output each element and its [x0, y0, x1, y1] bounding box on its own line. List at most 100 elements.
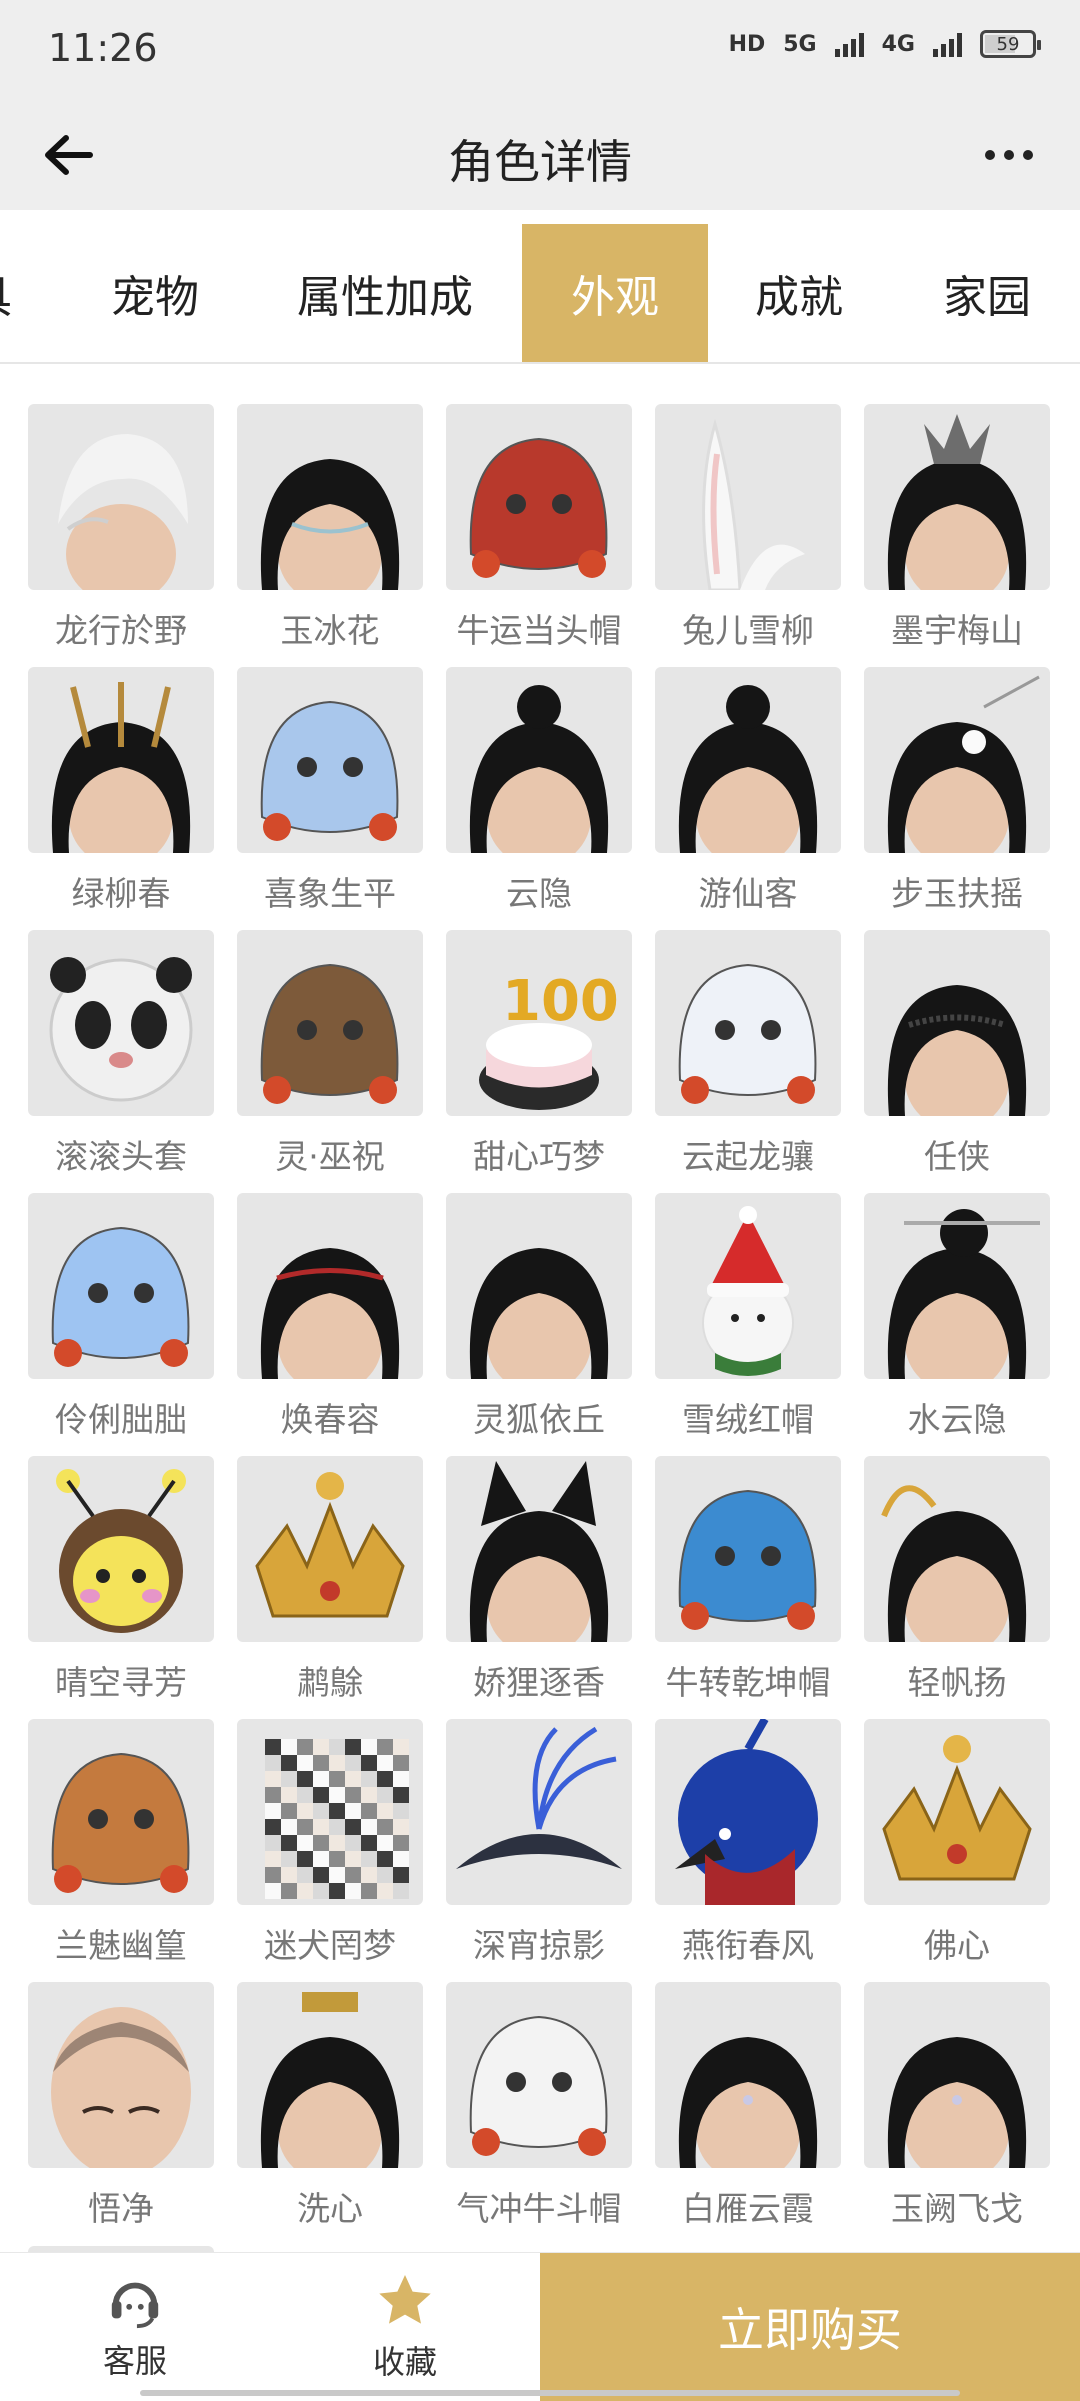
- topknot-hair-icon[interactable]: [446, 667, 632, 853]
- tab-appearance[interactable]: 外观: [522, 224, 708, 362]
- tab-item[interactable]: 具: [0, 224, 20, 362]
- appearance-item[interactable]: 兔儿雪柳: [655, 404, 841, 667]
- tab-achievements[interactable]: 成就: [724, 224, 874, 362]
- buy-now-button[interactable]: 立即购买: [540, 2253, 1080, 2401]
- appearance-item[interactable]: 绿柳春: [28, 667, 214, 930]
- red-ox-hat-icon[interactable]: [446, 404, 632, 590]
- blue-bird-hat-icon[interactable]: [655, 1719, 841, 1905]
- appearance-item[interactable]: 悟净: [28, 1982, 214, 2245]
- shaved-head-icon[interactable]: [28, 1982, 214, 2168]
- cake-hat-icon[interactable]: 100: [446, 930, 632, 1116]
- appearance-item[interactable]: 气冲牛斗帽: [446, 1982, 632, 2245]
- appearance-item[interactable]: 滚滚头套: [28, 930, 214, 1193]
- crowned-braids-icon[interactable]: [237, 1982, 423, 2168]
- appearance-item[interactable]: 佛心: [864, 1719, 1050, 1982]
- pixel-dog-mask-icon[interactable]: [237, 1719, 423, 1905]
- forehead-jewel-hair-icon[interactable]: [864, 1982, 1050, 2168]
- appearance-item[interactable]: 游仙客: [655, 667, 841, 930]
- appearance-item[interactable]: 喜象生平: [237, 667, 423, 930]
- appearance-item[interactable]: 灵·巫祝: [237, 930, 423, 1193]
- appearance-grid: 龙行於野 玉冰花 牛运当头帽 兔儿雪柳 墨宇梅山绿柳春 喜象生平 云隐 游仙客 步玉扶摇滚滚头套…: [28, 404, 1052, 2245]
- appearance-item-label: 游仙客: [698, 874, 798, 913]
- fox-hat-icon[interactable]: [28, 1719, 214, 1905]
- bun-hairpin-icon[interactable]: [864, 1193, 1050, 1379]
- blue-ox-hat-icon[interactable]: [655, 1456, 841, 1642]
- white-hair-icon[interactable]: [28, 404, 214, 590]
- appearance-item[interactable]: 100 甜心巧梦: [446, 930, 632, 1193]
- antler-crown-icon[interactable]: [28, 667, 214, 853]
- appearance-item[interactable]: 雪绒红帽: [655, 1193, 841, 1456]
- appearance-item[interactable]: 云起龙骧: [655, 930, 841, 1193]
- rabbit-ear-icon[interactable]: [655, 404, 841, 590]
- dragon-mask-icon[interactable]: [655, 930, 841, 1116]
- more-options-button[interactable]: [974, 128, 1044, 182]
- appearance-item[interactable]: 水云隐: [864, 1193, 1050, 1456]
- appearance-item[interactable]: 步玉扶摇: [864, 667, 1050, 930]
- appearance-item[interactable]: 墨宇梅山: [864, 404, 1050, 667]
- appearance-item-label: 娇狸逐香: [473, 1663, 605, 1702]
- appearance-item[interactable]: 洗心: [237, 1982, 423, 2245]
- appearance-item-label: 鹔鵌: [297, 1663, 363, 1702]
- more-dot-icon: [985, 150, 995, 160]
- appearance-item-label: 轻帆扬: [907, 1663, 1007, 1702]
- blue-creature-hat-icon[interactable]: [28, 1193, 214, 1379]
- status-time: 11:26: [48, 26, 158, 70]
- appearance-item[interactable]: 深宵掠影: [446, 1719, 632, 1982]
- appearance-item[interactable]: 玉冰花: [237, 404, 423, 667]
- appearance-item[interactable]: 鹔鵌: [237, 1456, 423, 1719]
- appearance-item[interactable]: 龙行於野: [28, 404, 214, 667]
- network-4g-label: 4G: [881, 31, 915, 57]
- bee-hat-icon[interactable]: [28, 1456, 214, 1642]
- appearance-item[interactable]: 焕春容: [237, 1193, 423, 1456]
- customer-service-button[interactable]: 客服: [70, 2253, 200, 2401]
- appearance-item-label: 墨宇梅山: [891, 611, 1023, 650]
- appearance-item-label: 灵狐依丘: [473, 1400, 605, 1439]
- appearance-item[interactable]: 伶俐朏朏: [28, 1193, 214, 1456]
- network-5g-label: 5G: [783, 31, 817, 57]
- long-black-hair-icon[interactable]: [446, 1193, 632, 1379]
- appearance-item[interactable]: 迷犬罔梦: [237, 1719, 423, 1982]
- appearance-item[interactable]: 任侠: [864, 930, 1050, 1193]
- appearance-item[interactable]: 轻帆扬: [864, 1456, 1050, 1719]
- favorite-button[interactable]: 收藏: [340, 2253, 470, 2401]
- appearance-item-label: 甜心巧梦: [473, 1137, 605, 1176]
- topknot-hair-icon[interactable]: [655, 667, 841, 853]
- tab-pets[interactable]: 宠物: [80, 224, 230, 362]
- appearance-item[interactable]: 兰魅幽篁: [28, 1719, 214, 1982]
- elephant-hat-icon[interactable]: [237, 667, 423, 853]
- appearance-item[interactable]: 云隐: [446, 667, 632, 930]
- forehead-jewel-hair-icon[interactable]: [655, 1982, 841, 2168]
- hd-indicator: HD: [728, 31, 766, 57]
- shaman-mask-icon[interactable]: [237, 930, 423, 1116]
- appearance-item-label: 绿柳春: [71, 874, 171, 913]
- snowman-hat-icon[interactable]: [655, 1193, 841, 1379]
- feather-hat-icon[interactable]: [446, 1719, 632, 1905]
- appearance-item-label: 晴空寻芳: [55, 1663, 187, 1702]
- black-hair-circlet-icon[interactable]: [237, 404, 423, 590]
- appearance-item-label: 兔儿雪柳: [682, 611, 814, 650]
- appearance-item-label: 白雁云霞: [682, 2189, 814, 2228]
- appearance-item[interactable]: 燕衔春风: [655, 1719, 841, 1982]
- wing-hair-icon[interactable]: [864, 1456, 1050, 1642]
- flower-hairpin-icon[interactable]: [864, 667, 1050, 853]
- circlet-hair-icon[interactable]: [864, 930, 1050, 1116]
- appearance-item[interactable]: 晴空寻芳: [28, 1456, 214, 1719]
- gold-phoenix-crown-icon[interactable]: [237, 1456, 423, 1642]
- appearance-item-label: 步玉扶摇: [891, 874, 1023, 913]
- appearance-item[interactable]: 牛转乾坤帽: [655, 1456, 841, 1719]
- appearance-item[interactable]: 灵狐依丘: [446, 1193, 632, 1456]
- golden-buddha-crown-icon[interactable]: [864, 1719, 1050, 1905]
- tab-attribute-bonus[interactable]: 属性加成: [270, 224, 500, 362]
- dark-crown-hair-icon[interactable]: [864, 404, 1050, 590]
- appearance-item[interactable]: 白雁云霞: [655, 1982, 841, 2245]
- appearance-item-label: 龙行於野: [55, 611, 187, 650]
- headband-hair-icon[interactable]: [237, 1193, 423, 1379]
- appearance-item[interactable]: 娇狸逐香: [446, 1456, 632, 1719]
- appearance-item[interactable]: 玉阙飞戈: [864, 1982, 1050, 2245]
- cat-ear-hair-icon[interactable]: [446, 1456, 632, 1642]
- appearance-item[interactable]: 牛运当头帽: [446, 404, 632, 667]
- white-ox-hat-icon[interactable]: [446, 1982, 632, 2168]
- appearance-item-label: 云起龙骧: [682, 1137, 814, 1176]
- tab-home[interactable]: 家园: [912, 224, 1062, 362]
- panda-mask-icon[interactable]: [28, 930, 214, 1116]
